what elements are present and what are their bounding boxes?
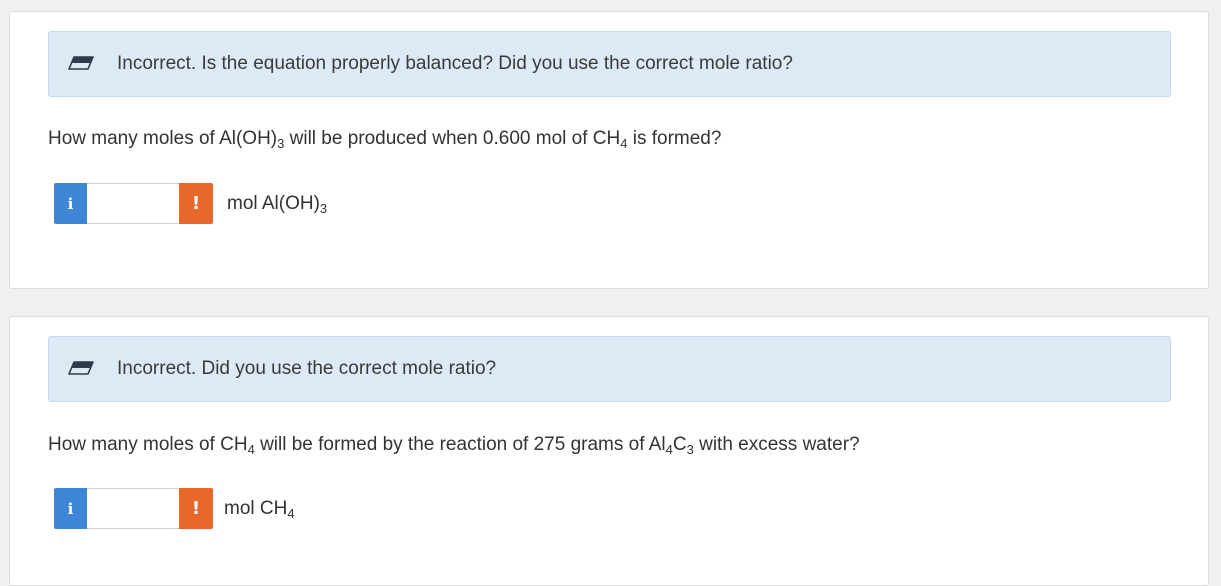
question-text-part: will be formed by the reaction of 275 gr… [254, 434, 666, 455]
question-text-part: with excess water? [693, 434, 860, 455]
unit-label: mol Al(OH)3 [227, 193, 327, 215]
question-text: How many moles of Al(OH)3 will be produc… [48, 128, 721, 150]
unit-subscript: 3 [319, 200, 328, 216]
exclamation-icon: ! [179, 183, 213, 224]
question-subscript: 3 [686, 442, 694, 457]
exclamation-icon: ! [179, 488, 213, 529]
eraser-icon [68, 361, 94, 375]
unit-label: mol CH4 [224, 498, 295, 520]
answer-input[interactable] [87, 183, 179, 224]
feedback-text: Incorrect. Is the equation properly bala… [117, 53, 793, 74]
question-card-2: Incorrect. Did you use the correct mole … [9, 316, 1209, 586]
unit-main: mol Al(OH) [227, 192, 320, 214]
question-text-part: is formed? [627, 128, 722, 149]
question-text-part: How many moles of Al(OH) [48, 128, 278, 149]
question-text-part: will be produced when 0.600 mol of CH [284, 128, 621, 149]
answer-input[interactable] [87, 488, 179, 529]
eraser-icon [68, 56, 94, 70]
question-subscript: 4 [247, 442, 255, 457]
feedback-banner: Incorrect. Did you use the correct mole … [48, 336, 1171, 402]
unit-main: mol CH [224, 497, 288, 519]
answer-row: i ! mol CH4 [54, 488, 295, 529]
unit-subscript: 4 [287, 505, 295, 521]
answer-row: i ! mol Al(OH)3 [54, 183, 327, 224]
question-text-part: How many moles of CH [48, 434, 248, 455]
question-text-part: C [672, 434, 687, 455]
info-icon[interactable]: i [54, 488, 87, 529]
question-text: How many moles of CH4 will be formed by … [48, 434, 860, 456]
info-icon[interactable]: i [54, 183, 87, 224]
feedback-banner: Incorrect. Is the equation properly bala… [48, 31, 1171, 97]
feedback-text: Incorrect. Did you use the correct mole … [117, 358, 497, 379]
question-subscript: 4 [665, 442, 673, 457]
question-card-1: Incorrect. Is the equation properly bala… [9, 11, 1209, 289]
